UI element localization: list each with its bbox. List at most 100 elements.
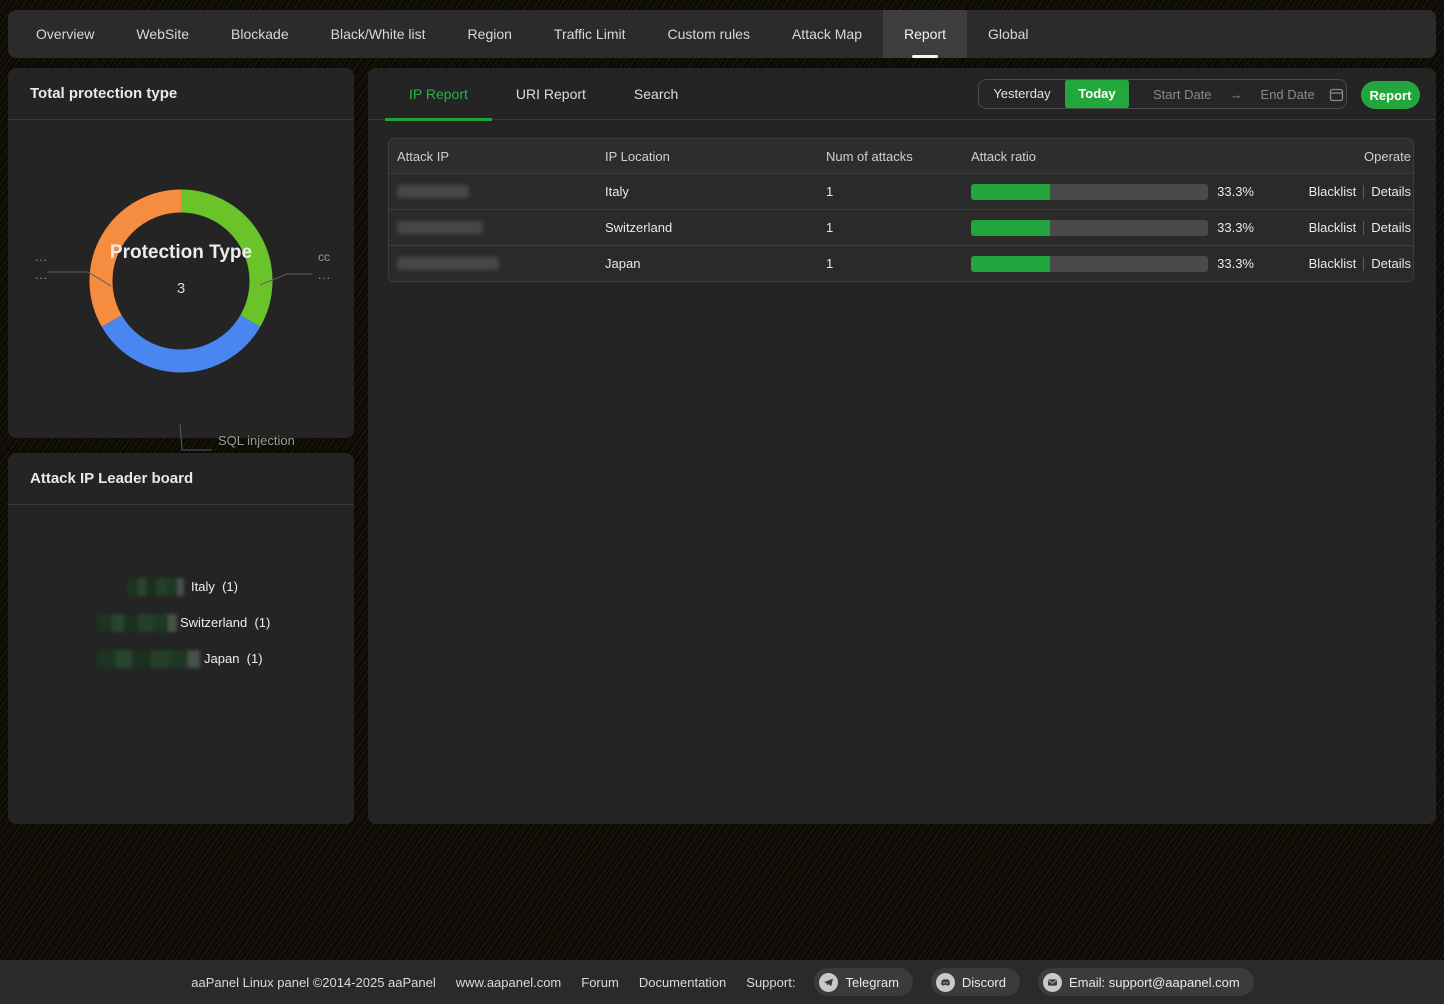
cell-attack-ratio: 33.3% bbox=[971, 256, 1254, 272]
end-date-input[interactable]: End Date bbox=[1261, 87, 1315, 102]
report-panel-header: IP Report URI Report Search Yesterday To… bbox=[368, 68, 1436, 120]
telegram-icon bbox=[819, 973, 838, 992]
action-divider bbox=[1363, 185, 1364, 199]
cell-operate: Blacklist Details bbox=[1254, 220, 1413, 235]
ratio-value: 33.3% bbox=[1217, 220, 1254, 235]
cell-ip-location: Japan bbox=[605, 256, 826, 271]
leaderboard-bar-blurred-ip bbox=[127, 578, 184, 596]
details-link[interactable]: Details bbox=[1371, 256, 1411, 271]
email-button[interactable]: Email: support@aapanel.com bbox=[1038, 968, 1254, 996]
total-protection-type-card: Total protection type ... ... cc ... SQL… bbox=[8, 68, 354, 438]
copyright-text: aaPanel Linux panel ©2014-2025 aaPanel bbox=[191, 975, 436, 990]
tab-ip-report[interactable]: IP Report bbox=[385, 68, 492, 120]
donut-label-left-top: ... bbox=[35, 248, 48, 266]
card-title: Total protection type bbox=[8, 68, 354, 120]
nav-item-website[interactable]: WebSite bbox=[115, 10, 210, 58]
nav-item-report[interactable]: Report bbox=[883, 10, 967, 58]
date-range-arrow-icon: → bbox=[1230, 87, 1243, 102]
tab-search[interactable]: Search bbox=[610, 68, 702, 120]
nav-item-attack-map[interactable]: Attack Map bbox=[771, 10, 883, 58]
col-header-ip-location: IP Location bbox=[605, 149, 826, 164]
card-title: Attack IP Leader board bbox=[8, 453, 354, 505]
cell-attack-ratio: 33.3% bbox=[971, 184, 1254, 200]
nav-item-region[interactable]: Region bbox=[447, 10, 533, 58]
leaderboard-label: Italy (1) bbox=[191, 578, 238, 596]
table-row: Italy 1 33.3% Blacklist Details bbox=[389, 173, 1413, 209]
report-panel: IP Report URI Report Search Yesterday To… bbox=[368, 68, 1436, 824]
blurred-ip-value bbox=[397, 185, 469, 198]
col-header-operate: Operate bbox=[1254, 149, 1413, 164]
donut-label-left-bottom: ... bbox=[35, 266, 48, 284]
cell-attack-ip bbox=[389, 257, 605, 270]
footer-link-forum[interactable]: Forum bbox=[581, 975, 619, 990]
table-row: Japan 1 33.3% Blacklist Details bbox=[389, 245, 1413, 281]
footer-link-website[interactable]: www.aapanel.com bbox=[456, 975, 562, 990]
ratio-bar-track bbox=[971, 256, 1208, 272]
action-divider bbox=[1363, 221, 1364, 235]
nav-item-custom-rules[interactable]: Custom rules bbox=[647, 10, 771, 58]
blurred-ip-value bbox=[397, 221, 483, 234]
action-divider bbox=[1363, 257, 1364, 271]
nav-item-global[interactable]: Global bbox=[967, 10, 1049, 58]
footer-link-documentation[interactable]: Documentation bbox=[639, 975, 726, 990]
protection-type-donut-chart: ... ... cc ... SQL injection 1/Item, 33.… bbox=[8, 120, 354, 438]
col-header-num-attacks: Num of attacks bbox=[826, 149, 971, 164]
tab-uri-report[interactable]: URI Report bbox=[492, 68, 610, 120]
today-button[interactable]: Today bbox=[1065, 79, 1129, 109]
calendar-icon[interactable] bbox=[1329, 87, 1344, 102]
blacklist-link[interactable]: Blacklist bbox=[1309, 256, 1357, 271]
nav-item-black-white-list[interactable]: Black/White list bbox=[310, 10, 447, 58]
nav-item-traffic-limit[interactable]: Traffic Limit bbox=[533, 10, 647, 58]
cell-num-attacks: 1 bbox=[826, 256, 971, 271]
ratio-value: 33.3% bbox=[1217, 256, 1254, 271]
ratio-bar-fill bbox=[971, 184, 1050, 200]
col-header-attack-ip: Attack IP bbox=[389, 149, 605, 164]
footer: aaPanel Linux panel ©2014-2025 aaPanel w… bbox=[0, 960, 1444, 1004]
cell-num-attacks: 1 bbox=[826, 184, 971, 199]
cell-num-attacks: 1 bbox=[826, 220, 971, 235]
ratio-bar-fill bbox=[971, 256, 1050, 272]
telegram-button[interactable]: Telegram bbox=[814, 968, 912, 996]
email-icon bbox=[1043, 973, 1062, 992]
blacklist-link[interactable]: Blacklist bbox=[1309, 184, 1357, 199]
leaderboard-label: Switzerland (1) bbox=[180, 614, 270, 632]
details-link[interactable]: Details bbox=[1371, 220, 1411, 235]
start-date-input[interactable]: Start Date bbox=[1153, 87, 1212, 102]
telegram-label: Telegram bbox=[845, 975, 898, 990]
blacklist-link[interactable]: Blacklist bbox=[1309, 220, 1357, 235]
nav-item-blockade[interactable]: Blockade bbox=[210, 10, 310, 58]
cell-attack-ip bbox=[389, 185, 605, 198]
leaderboard-bar-blurred-ip bbox=[97, 614, 177, 632]
discord-label: Discord bbox=[962, 975, 1006, 990]
report-button[interactable]: Report bbox=[1361, 81, 1420, 109]
nav-item-overview[interactable]: Overview bbox=[15, 10, 115, 58]
email-label: Email: support@aapanel.com bbox=[1069, 975, 1240, 990]
leaderboard-label: Japan (1) bbox=[204, 650, 263, 668]
yesterday-button[interactable]: Yesterday bbox=[979, 80, 1065, 108]
top-navigation: Overview WebSite Blockade Black/White li… bbox=[8, 10, 1436, 58]
attack-report-table: Attack IP IP Location Num of attacks Att… bbox=[388, 138, 1414, 282]
ratio-value: 33.3% bbox=[1217, 184, 1254, 199]
cell-operate: Blacklist Details bbox=[1254, 256, 1413, 271]
cell-attack-ratio: 33.3% bbox=[971, 220, 1254, 236]
cell-ip-location: Italy bbox=[605, 184, 826, 199]
blurred-ip-value bbox=[397, 257, 499, 270]
ratio-bar-fill bbox=[971, 220, 1050, 236]
discord-button[interactable]: Discord bbox=[931, 968, 1020, 996]
col-header-attack-ratio: Attack ratio bbox=[971, 149, 1254, 164]
attack-ip-leaderboard-card: Attack IP Leader board Italy (1) Switzer… bbox=[8, 453, 354, 824]
discord-icon bbox=[936, 973, 955, 992]
cell-attack-ip bbox=[389, 221, 605, 234]
leaderboard-bar-blurred-ip bbox=[97, 650, 200, 668]
date-range-picker: Yesterday Today Start Date → End Date bbox=[978, 79, 1347, 109]
ratio-bar-track bbox=[971, 184, 1208, 200]
table-header-row: Attack IP IP Location Num of attacks Att… bbox=[389, 139, 1413, 173]
support-label: Support: bbox=[746, 975, 795, 990]
details-link[interactable]: Details bbox=[1371, 184, 1411, 199]
ratio-bar-track bbox=[971, 220, 1208, 236]
table-row: Switzerland 1 33.3% Blacklist Details bbox=[389, 209, 1413, 245]
donut-label-right-bottom: ... bbox=[318, 266, 331, 284]
donut-label-cc: cc bbox=[318, 248, 330, 266]
cell-operate: Blacklist Details bbox=[1254, 184, 1413, 199]
cell-ip-location: Switzerland bbox=[605, 220, 826, 235]
